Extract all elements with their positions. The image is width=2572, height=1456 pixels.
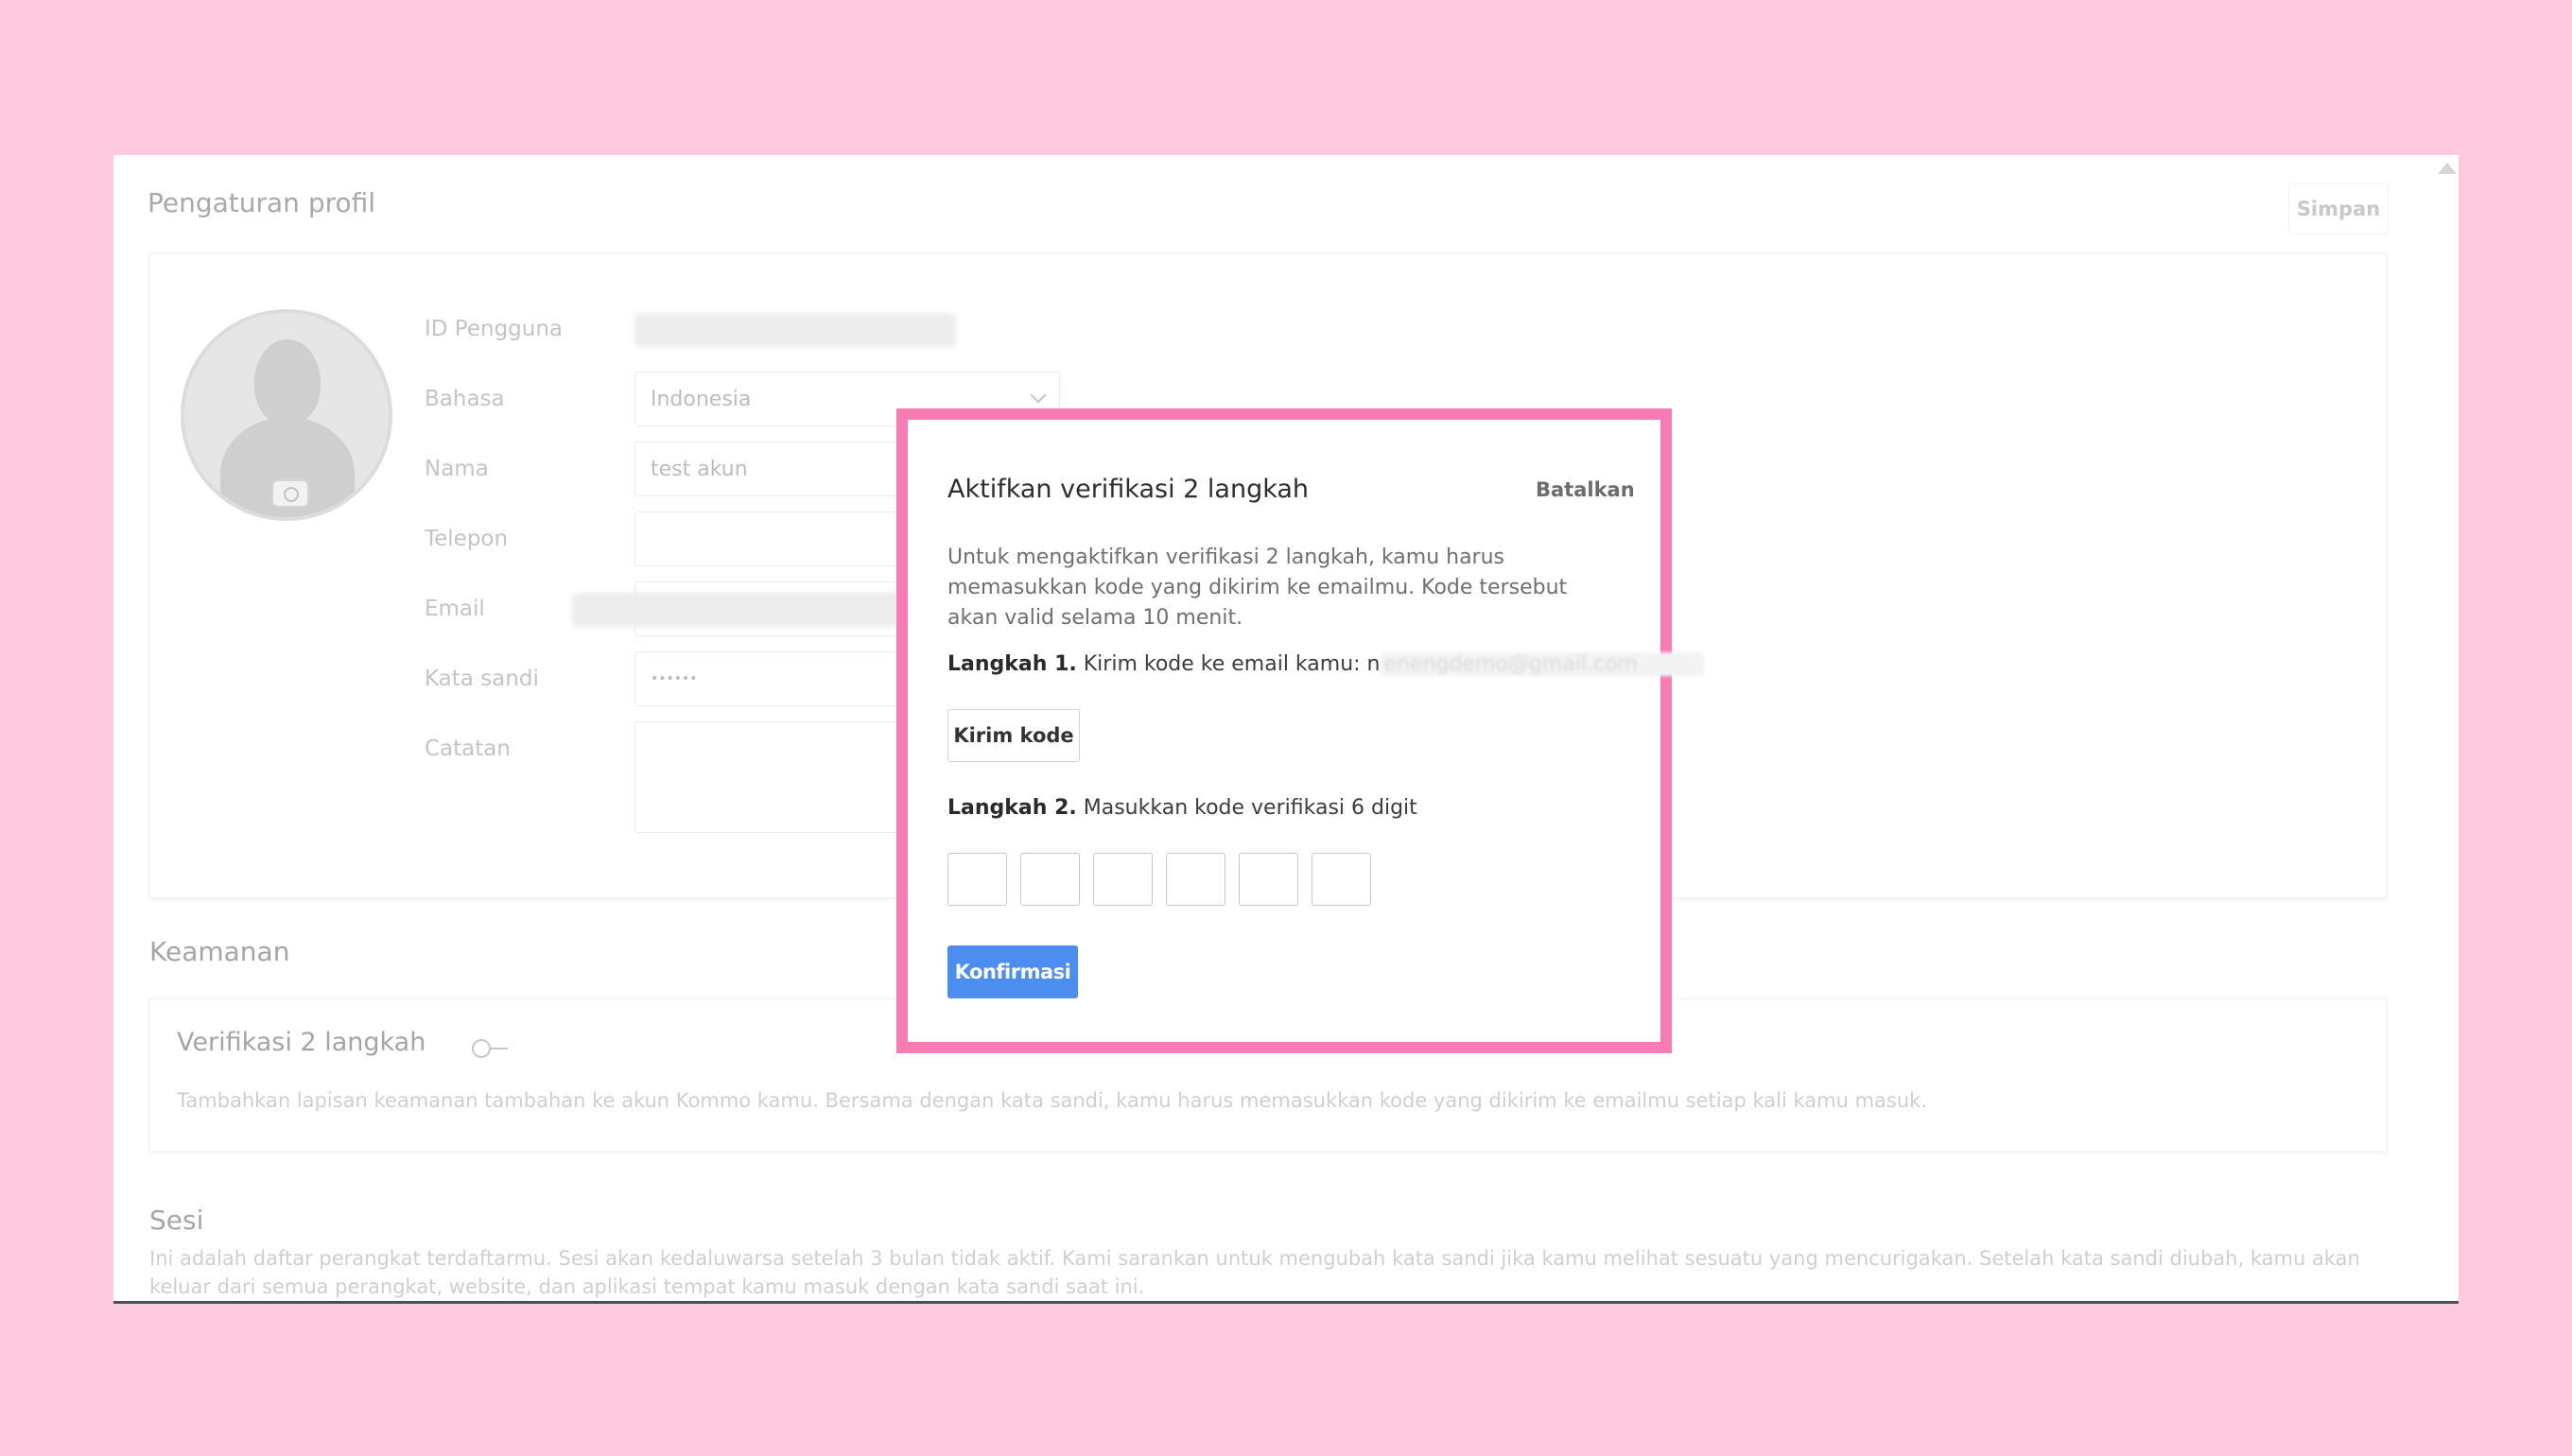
page-title: Pengaturan profil <box>148 187 376 218</box>
phone-label: Telepon <box>425 527 509 551</box>
user-id-label: ID Pengguna <box>425 317 564 341</box>
step1-text: Kirim kode ke email kamu: n <box>1083 652 1381 676</box>
email-label: Email <box>425 597 485 621</box>
twofa-label: Verifikasi 2 langkah <box>177 1028 426 1057</box>
step2-line: Langkah 2. Masukkan kode verifikasi 6 di… <box>947 796 1417 820</box>
step1-prefix: Langkah 1. <box>947 652 1077 676</box>
cancel-button[interactable]: Batalkan <box>1536 478 1635 501</box>
password-label: Kata sandi <box>425 667 539 691</box>
step2-text: Masukkan kode verifikasi 6 digit <box>1083 796 1417 820</box>
modal-highlight-frame: Aktifkan verifikasi 2 langkah Batalkan U… <box>896 408 1704 1053</box>
toggle-knob <box>472 1039 491 1058</box>
toggle-track <box>489 1048 508 1049</box>
security-section-title: Keamanan <box>149 936 290 967</box>
send-code-button[interactable]: Kirim kode <box>947 709 1080 762</box>
code-digit-6-input[interactable] <box>1312 853 1371 906</box>
sessions-description: Ini adalah daftar perangkat terdaftarmu.… <box>149 1247 2360 1298</box>
twofa-toggle[interactable] <box>472 1039 510 1058</box>
name-label: Nama <box>425 457 489 481</box>
code-digit-4-input[interactable] <box>1166 853 1225 906</box>
twofa-modal: Aktifkan verifikasi 2 langkah Batalkan U… <box>908 420 1704 1042</box>
modal-title: Aktifkan verifikasi 2 langkah <box>947 475 1310 504</box>
code-digit-2-input[interactable] <box>1020 853 1080 906</box>
code-digit-5-input[interactable] <box>1239 853 1298 906</box>
chevron-down-icon <box>1030 387 1047 404</box>
modal-description: Untuk mengaktifkan verifikasi 2 langkah,… <box>947 546 1568 630</box>
verification-code-inputs <box>947 853 1371 906</box>
twofa-description: Tambahkan lapisan keamanan tambahan ke a… <box>177 1089 1928 1112</box>
save-button[interactable]: Simpan <box>2288 183 2389 234</box>
avatar[interactable] <box>181 309 392 521</box>
step1-email-blurred: enengdemo@gmail.com <box>1380 652 1704 676</box>
camera-icon[interactable] <box>271 479 309 508</box>
code-digit-3-input[interactable] <box>1093 853 1153 906</box>
user-id-value-blurred <box>634 313 956 347</box>
language-label: Bahasa <box>425 387 505 411</box>
code-digit-1-input[interactable] <box>947 853 1007 906</box>
step2-prefix: Langkah 2. <box>947 796 1077 820</box>
confirm-button[interactable]: Konfirmasi <box>947 945 1078 998</box>
language-value: Indonesia <box>651 387 752 411</box>
name-value: test akun <box>651 457 748 481</box>
step1-line: Langkah 1. Kirim kode ke email kamu: n en… <box>947 652 1704 676</box>
scroll-up-icon[interactable] <box>2438 163 2457 174</box>
password-value: •••••• <box>651 671 698 686</box>
notes-label: Catatan <box>425 737 511 761</box>
avatar-silhouette-head <box>254 339 321 425</box>
sessions-section-title: Sesi <box>149 1205 204 1236</box>
